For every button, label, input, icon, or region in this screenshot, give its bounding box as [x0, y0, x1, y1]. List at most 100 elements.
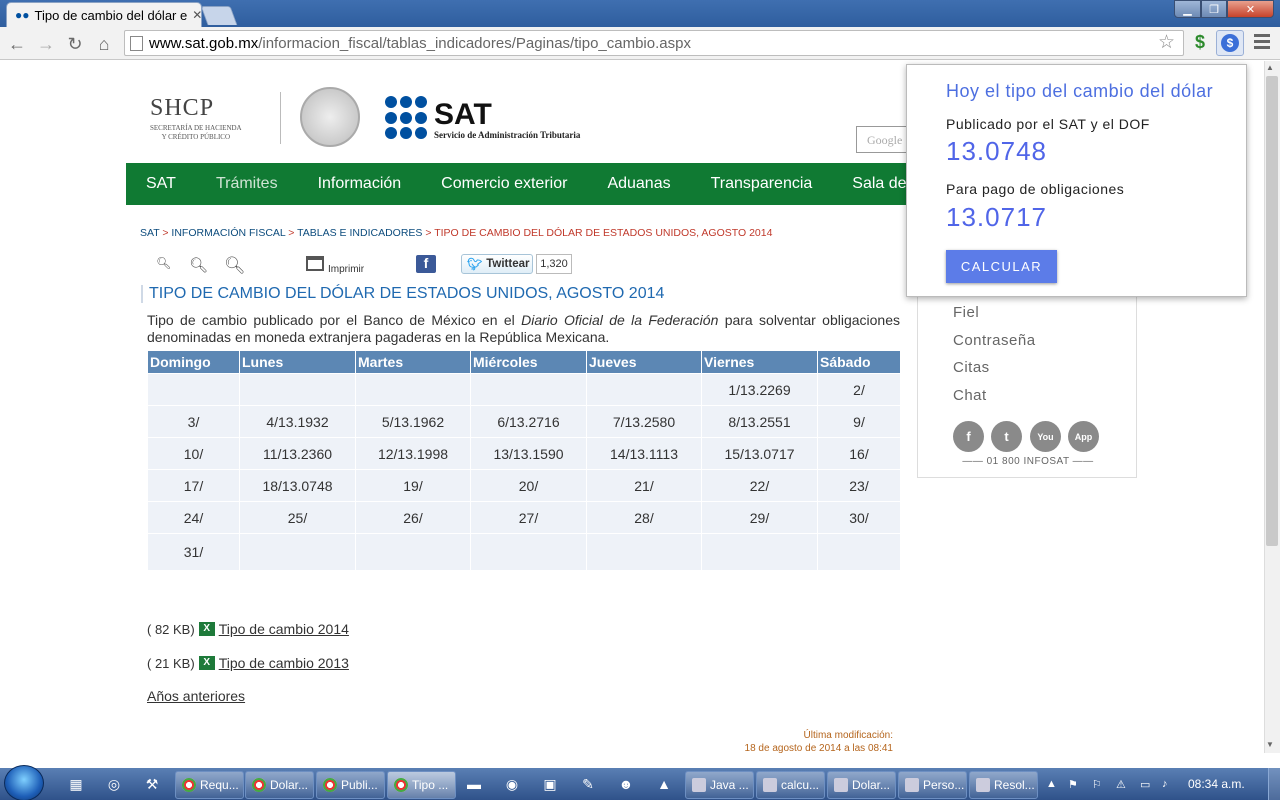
calendar-day-cell: 29/ [702, 502, 817, 533]
cmd-icon[interactable]: ▣ [540, 774, 560, 794]
shcp-logo[interactable]: SHCP SECRETARÍA DE HACIENDA Y CRÉDITO PÚ… [150, 95, 242, 142]
nav-comercio-exterior[interactable]: Comercio exterior [421, 175, 587, 193]
forward-arrow-icon[interactable]: → [35, 33, 57, 55]
taskbar-task[interactable]: Perso... [898, 771, 967, 799]
reload-icon[interactable]: ↻ [64, 33, 86, 55]
taskbar-task[interactable]: Resol... [969, 771, 1038, 799]
scrollbar-thumb[interactable] [1266, 76, 1278, 546]
sat-logo[interactable]: SAT Servicio de Administración Tributari… [434, 100, 580, 141]
calendar-header-row: Domingo Lunes Martes Miércoles Jueves Vi… [148, 351, 900, 373]
network-tray-icon[interactable]: ⚑ [1068, 778, 1078, 791]
close-window-button[interactable]: ✕ [1227, 0, 1274, 18]
last-modified-label: Última modificación: [803, 730, 893, 741]
previous-years-link[interactable]: Años anteriores [147, 688, 245, 704]
warning-tray-icon[interactable]: ⚠ [1116, 778, 1126, 791]
new-tab-button[interactable] [200, 6, 238, 25]
taskbar-task[interactable]: Dolar... [827, 771, 896, 799]
taskbar-task-label: Publi... [341, 778, 378, 792]
calendar-day-cell [356, 374, 470, 405]
breadcrumb-informacion-fiscal[interactable]: INFORMACIÓN FISCAL [171, 227, 285, 239]
nav-tramites[interactable]: Trámites [196, 175, 298, 193]
app-icon [692, 778, 706, 792]
chrome-menu-icon[interactable] [1254, 34, 1270, 52]
tool-icon[interactable]: ⚒ [142, 774, 162, 794]
address-bar[interactable]: www.sat.gob.mx/informacion_fiscal/tablas… [124, 30, 1184, 56]
taskbar-task[interactable]: Requ... [175, 771, 244, 799]
volume-tray-icon[interactable]: ♪ [1162, 778, 1168, 790]
bookmark-star-icon[interactable]: ☆ [1158, 31, 1175, 54]
calcular-button[interactable]: CALCULAR [946, 250, 1057, 283]
calendar-day-cell: 24/ [148, 502, 239, 533]
taskbar-task[interactable]: Java ... [685, 771, 754, 799]
calendar-week-row: 17/18/13.0748 19/20/21/22/23/ [148, 470, 900, 501]
header-jueves: Jueves [587, 351, 701, 373]
taskbar-task[interactable]: Publi... [316, 771, 385, 799]
vlc-icon[interactable]: ▲ [654, 774, 674, 794]
calendar-day-cell: 5/13.1962 [356, 406, 470, 437]
show-desktop-button[interactable] [1268, 768, 1280, 800]
zoom-reset-icon[interactable]: 🔍︎ [189, 256, 208, 274]
calendar-day-cell: 27/ [471, 502, 586, 533]
calendar-day-cell [587, 374, 701, 405]
youtube-icon[interactable]: You [1030, 421, 1061, 452]
calendar-day-cell: 28/ [587, 502, 701, 533]
tab-close-icon[interactable]: ✕ [192, 8, 201, 22]
firefox-icon[interactable]: ◉ [502, 774, 522, 794]
sidebar-item-contrasena[interactable]: Contraseña [953, 332, 1036, 349]
nav-informacion[interactable]: Información [298, 175, 422, 193]
google-search-input[interactable]: Google [856, 126, 908, 153]
breadcrumb: SAT > INFORMACIÓN FISCAL > TABLAS E INDI… [140, 227, 772, 239]
facebook-share-icon[interactable]: f [416, 255, 436, 273]
twitter-icon[interactable]: t [991, 421, 1022, 452]
printer-icon[interactable] [306, 256, 324, 271]
taskbar-task[interactable]: Tipo ... [387, 771, 456, 799]
sidebar-item-chat[interactable]: Chat [953, 387, 987, 404]
start-button[interactable] [4, 765, 44, 800]
explorer-icon[interactable]: ▬ [464, 774, 484, 794]
header-miercoles: Miércoles [471, 351, 586, 373]
minimize-button[interactable]: ▁ [1174, 0, 1201, 18]
zoom-out-icon[interactable]: 🔍︎ [156, 256, 171, 270]
nav-sala-de-prensa[interactable]: Sala de [832, 175, 908, 193]
ie-icon[interactable]: ◎ [104, 774, 124, 794]
tipo-cambio-extension-icon[interactable]: $ [1216, 30, 1244, 56]
download-link-2014[interactable]: Tipo de cambio 2014 [219, 621, 349, 637]
calendar-day-cell [587, 534, 701, 570]
calendar-day-cell: 25/ [240, 502, 355, 533]
sidebar-item-fiel[interactable]: Fiel [953, 304, 979, 321]
calendar-day-cell [702, 534, 817, 570]
calendar-day-cell [471, 534, 586, 570]
print-link[interactable]: Imprimir [328, 264, 364, 275]
zoom-in-icon[interactable]: 🔍︎ [224, 256, 246, 276]
scroll-down-arrow-icon[interactable]: ▼ [1266, 740, 1274, 749]
breadcrumb-tablas-indicadores[interactable]: TABLAS E INDICADORES [297, 227, 422, 239]
tab-tipo-cambio[interactable]: ●● Tipo de cambio del dólar e ✕ [6, 2, 202, 27]
taskbar-task-label: Dolar... [852, 778, 891, 792]
nav-aduanas[interactable]: Aduanas [587, 175, 690, 193]
dollar-extension-icon[interactable]: $ [1189, 31, 1211, 53]
taskbar-task[interactable]: calcu... [756, 771, 825, 799]
tray-expand-icon[interactable]: ▲ [1046, 778, 1057, 790]
home-icon[interactable]: ⌂ [93, 33, 115, 55]
calendar-day-cell [356, 534, 470, 570]
sidebar-item-citas[interactable]: Citas [953, 359, 990, 376]
scroll-up-arrow-icon[interactable]: ▲ [1266, 63, 1274, 72]
back-arrow-icon[interactable]: ← [6, 33, 28, 55]
taskbar-task[interactable]: Dolar... [245, 771, 314, 799]
security-tray-icon[interactable]: ⚐ [1092, 778, 1102, 791]
taskbar-clock[interactable]: 08:34 a.m. [1188, 777, 1245, 791]
twitter-share-button[interactable]: 🐦︎ Twittear [461, 254, 533, 274]
facebook-icon[interactable]: f [953, 421, 984, 452]
notepad-icon[interactable]: ✎ [578, 774, 598, 794]
nav-sat[interactable]: SAT [126, 175, 196, 193]
maximize-button[interactable]: ❐ [1201, 0, 1227, 18]
apps-icon[interactable]: App [1068, 421, 1099, 452]
calendar-day-cell: 11/13.2360 [240, 438, 355, 469]
breadcrumb-sat[interactable]: SAT [140, 227, 159, 239]
infosat-phone-text: 01 800 INFOSAT [986, 456, 1070, 467]
download-link-2013[interactable]: Tipo de cambio 2013 [219, 655, 349, 671]
show-desktop-icon[interactable]: ▦ [66, 774, 86, 794]
nav-transparencia[interactable]: Transparencia [691, 175, 833, 193]
gimp-icon[interactable]: ☻ [616, 774, 636, 794]
display-tray-icon[interactable]: ▭ [1140, 778, 1150, 791]
